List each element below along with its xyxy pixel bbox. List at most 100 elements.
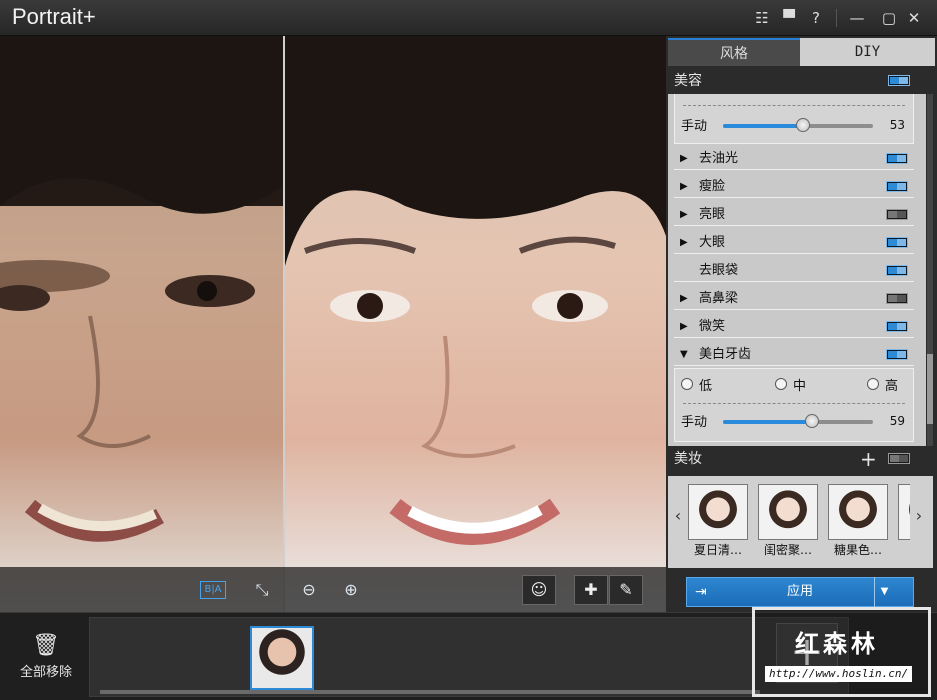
beauty-section-header[interactable]: 美容 (668, 68, 926, 94)
filmstrip-scrollbar[interactable] (100, 690, 760, 694)
teeth-slider-row: 手动 59 (681, 411, 911, 433)
skin-slider-label: 手动 (681, 119, 708, 134)
after-photo (285, 36, 666, 612)
teeth-slider-value: 59 (889, 414, 905, 428)
expand-arrow-icon[interactable]: ▶ (680, 204, 688, 226)
enlarge-eyes-toggle[interactable] (886, 237, 908, 248)
option-label: 亮眼 (699, 207, 726, 222)
expand-arrow-icon[interactable]: ▶ (680, 176, 688, 198)
skin-slider[interactable] (723, 118, 873, 132)
adjustment-panel: 风格 DIY 美容 手动 53 ▶ 去油光 ▶ 瘦脸 ▶ 亮眼 ▶ 大眼 去眼袋… (666, 36, 937, 612)
trash-icon: 🗑 (32, 633, 60, 658)
help-icon[interactable]: ? (805, 7, 827, 29)
before-photo (0, 36, 283, 612)
remove-shine-toggle[interactable] (886, 153, 908, 164)
option-whiten-teeth[interactable]: ▼ 美白牙齿 (674, 344, 914, 366)
teeth-slider-label: 手动 (681, 415, 708, 430)
fit-screen-icon[interactable]: ⤡ (249, 578, 275, 602)
watermark: 红森林 http://www.hoslin.cn/ (752, 607, 931, 697)
after-face-image (285, 36, 666, 545)
photo-thumbnail[interactable] (250, 626, 314, 690)
radio-medium[interactable] (775, 378, 787, 390)
options-scrollbar-thumb[interactable] (927, 354, 933, 424)
filmstrip[interactable] (89, 617, 849, 697)
zoom-out-icon[interactable]: ⊖ (296, 578, 322, 602)
heal-brush-icon[interactable]: ✚ (574, 575, 608, 605)
option-label: 美白牙齿 (699, 347, 752, 362)
beauty-toggle[interactable] (888, 75, 910, 86)
whiten-teeth-toggle[interactable] (886, 349, 908, 360)
brighten-eyes-toggle[interactable] (886, 209, 908, 220)
smile-icon[interactable]: ☺ (522, 575, 556, 605)
makeup-preset-thumbnail (898, 484, 910, 540)
skin-slider-thumb[interactable] (795, 118, 810, 132)
before-face-image (0, 36, 283, 542)
makeup-preset-thumbnail (828, 484, 888, 540)
chevron-right-icon[interactable]: › (913, 506, 925, 525)
collapse-arrow-icon[interactable]: ▼ (680, 344, 688, 366)
makeup-preset[interactable]: 闺密聚… (758, 484, 818, 564)
option-slim-face[interactable]: ▶ 瘦脸 (674, 176, 914, 198)
app-title: Portrait+ (12, 4, 96, 29)
expand-arrow-icon[interactable]: ▶ (680, 232, 688, 254)
teeth-slider-thumb[interactable] (804, 414, 819, 428)
radio-high-label: 高 (885, 379, 899, 394)
menu-icon[interactable]: ☷ (751, 7, 773, 29)
apply-dropdown-icon[interactable]: ▼ (874, 577, 894, 607)
teeth-level-options: 低 中 高 (681, 375, 907, 395)
teeth-divider (683, 403, 905, 404)
remove-all-button[interactable]: 🗑 全部移除 (8, 633, 84, 683)
before-after-icon[interactable]: B|A (200, 581, 226, 599)
radio-low[interactable] (681, 378, 693, 390)
tab-diy[interactable]: DIY (800, 38, 935, 66)
minimize-icon[interactable]: — (846, 7, 868, 29)
teeth-slider[interactable] (723, 414, 873, 428)
chevron-left-icon[interactable]: ‹ (672, 506, 684, 525)
split-divider[interactable] (283, 36, 285, 612)
add-makeup-icon[interactable]: + (860, 446, 877, 472)
watermark-logo: 红森林 (795, 630, 879, 658)
makeup-preset-thumbnail (758, 484, 818, 540)
radio-high[interactable] (867, 378, 879, 390)
skin-slider-fill (723, 124, 803, 128)
option-remove-eyebags[interactable]: 去眼袋 (674, 260, 914, 282)
raise-nose-toggle[interactable] (886, 293, 908, 304)
zoom-in-icon[interactable]: ⊕ (338, 578, 364, 602)
apply-export-icon: ⇥ (695, 584, 707, 600)
tab-style[interactable]: 风格 (668, 38, 800, 66)
expand-arrow-icon[interactable]: ▶ (680, 148, 688, 170)
skin-slider-row: 手动 53 (681, 115, 911, 137)
makeup-section-header[interactable]: 美妆 + (668, 446, 926, 472)
paint-brush-icon[interactable]: ✎ (609, 575, 643, 605)
expand-arrow-icon[interactable]: ▶ (680, 316, 688, 338)
option-raise-nose[interactable]: ▶ 高鼻梁 (674, 288, 914, 310)
image-viewer[interactable]: B|A ⤡ ⊖ ⊕ ☺ ✚ ✎ (0, 36, 666, 612)
apply-label: 应用 (786, 584, 813, 599)
viewer-toolbar: B|A ⤡ ⊖ ⊕ ☺ ✚ ✎ (0, 567, 666, 612)
close-icon[interactable]: ✕ (903, 7, 925, 29)
makeup-preset-thumbnail (688, 484, 748, 540)
option-brighten-eyes[interactable]: ▶ 亮眼 (674, 204, 914, 226)
slim-face-toggle[interactable] (886, 181, 908, 192)
whiten-teeth-panel: 低 中 高 手动 59 (674, 368, 914, 442)
option-remove-shine[interactable]: ▶ 去油光 (674, 148, 914, 170)
skin-smoothing-panel: 手动 53 (674, 94, 914, 144)
makeup-preset[interactable]: 糖果色… (828, 484, 888, 564)
maximize-icon[interactable]: ▢ (878, 7, 900, 29)
options-scrollbar[interactable] (927, 94, 933, 446)
makeup-preset[interactable]: 夏日清… (688, 484, 748, 564)
panel-tabs: 风格 DIY (666, 36, 937, 68)
option-smile[interactable]: ▶ 微笑 (674, 316, 914, 338)
makeup-section-title: 美妆 (674, 451, 702, 467)
radio-low-label: 低 (699, 379, 713, 394)
feedback-icon[interactable]: ▀ (778, 7, 800, 29)
option-enlarge-eyes[interactable]: ▶ 大眼 (674, 232, 914, 254)
remove-eyebags-toggle[interactable] (886, 265, 908, 276)
beauty-options-list[interactable]: 手动 53 ▶ 去油光 ▶ 瘦脸 ▶ 亮眼 ▶ 大眼 去眼袋 ▶ 高鼻梁 ▶ 微… (668, 94, 926, 446)
beauty-section-title: 美容 (674, 73, 702, 89)
smile-toggle[interactable] (886, 321, 908, 332)
makeup-preset-partial[interactable] (898, 484, 910, 564)
makeup-toggle[interactable] (888, 453, 910, 464)
title-bar: Portrait+ ☷ ▀ ? — ▢ ✕ (0, 0, 937, 36)
expand-arrow-icon[interactable]: ▶ (680, 288, 688, 310)
